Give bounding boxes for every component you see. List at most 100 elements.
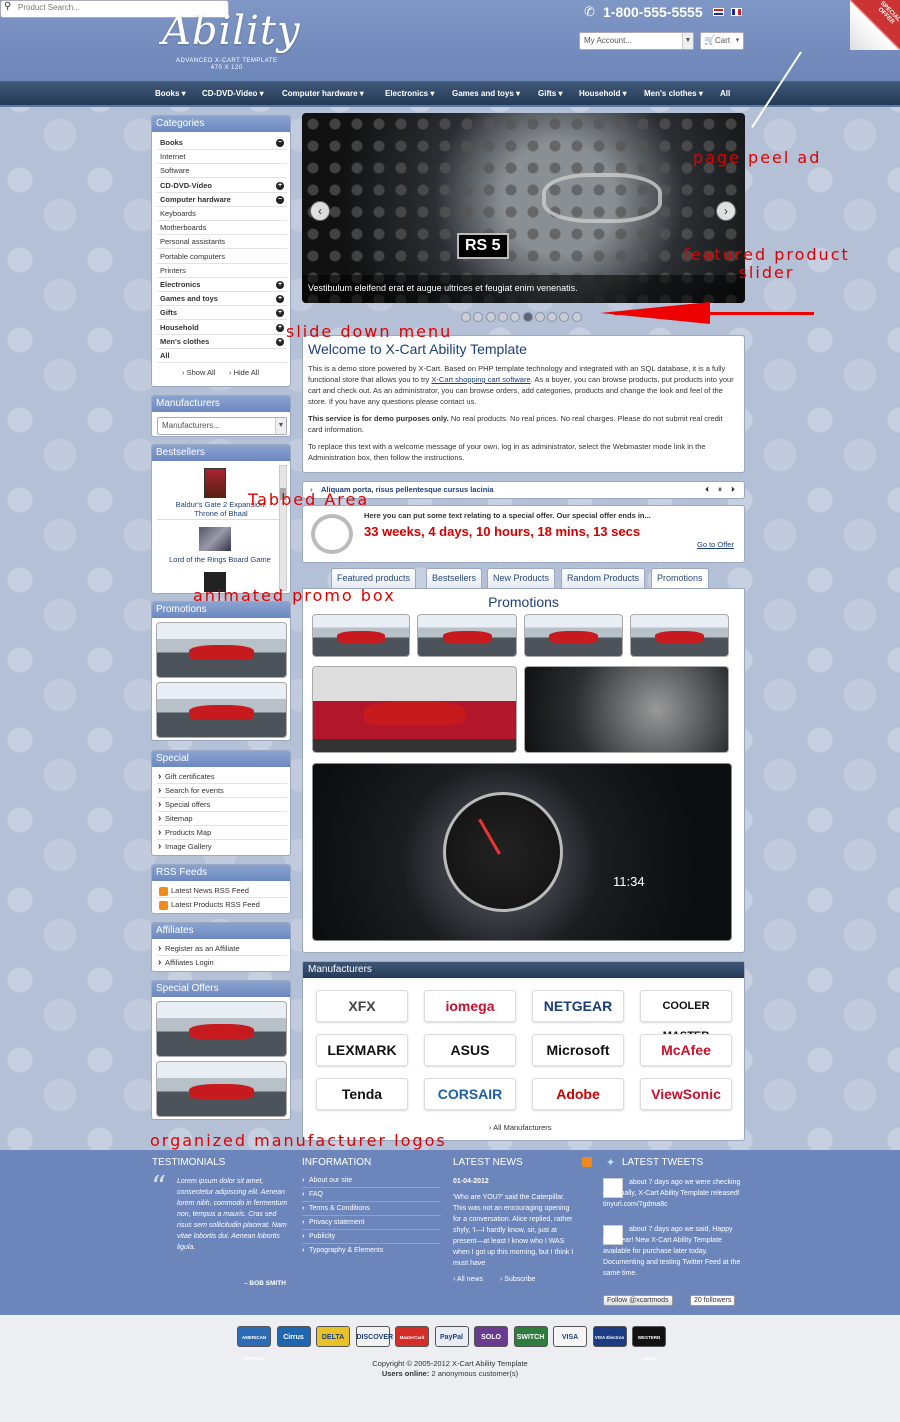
promo-image[interactable] [156,622,287,678]
promotion-large-image[interactable]: 11:34 [312,763,732,941]
nav-item-computer-hardware[interactable]: Computer hardware ▾ [282,89,364,98]
go-to-offer-link[interactable]: Go to Offer [697,540,734,549]
special-link-gift-certificates[interactable]: Gift certificates [157,770,287,784]
slider-prev-button[interactable]: ‹ [310,201,330,221]
category-item[interactable]: Men's clothes + [157,335,287,349]
slider-dot[interactable] [485,312,496,322]
promotion-thumb[interactable] [630,614,729,657]
cart-select[interactable]: 🛒 Cart ▾ [700,32,744,50]
rss-link-news[interactable]: Latest News RSS Feed [157,884,287,898]
category-item[interactable]: Internet [157,150,287,165]
category-item[interactable]: All [157,349,287,363]
manufacturer-logo[interactable]: LEXMARK [316,1034,408,1066]
category-item[interactable]: Games and toys + [157,292,287,307]
footer-link-privacy[interactable]: Privacy statement [302,1216,441,1230]
rss-icon[interactable] [582,1157,592,1167]
category-item[interactable]: Household + [157,321,287,335]
special-offer-image[interactable] [156,1001,287,1057]
expand-icon[interactable]: + [276,181,284,190]
promotion-image[interactable] [524,666,729,753]
special-link-products-map[interactable]: Products Map [157,826,287,840]
page-peel-ad[interactable]: SPECIAL OFFER [850,0,900,50]
category-item[interactable]: Portable computers [157,250,287,264]
manufacturer-logo[interactable]: iomega [424,990,516,1022]
flag-fr-icon[interactable] [731,8,742,16]
category-item[interactable]: Personal assistants [157,235,287,250]
category-item[interactable]: Software [157,164,287,179]
tab-random-products[interactable]: Random Products [561,568,646,588]
footer-link-about[interactable]: About our site [302,1174,441,1188]
manufacturer-logo[interactable]: ViewSonic [640,1078,732,1110]
promotion-image[interactable] [312,666,517,753]
promotion-thumb[interactable] [312,614,410,657]
product-image[interactable] [199,527,231,551]
footer-link-publicity[interactable]: Publicity [302,1230,441,1244]
category-item[interactable]: Electronics + [157,278,287,292]
product-image[interactable] [204,468,226,498]
category-item[interactable]: Printers [157,264,287,278]
tab-new-products[interactable]: New Products [487,568,556,588]
expand-icon[interactable]: + [276,295,284,304]
ticker-next-icon[interactable]: ⏵ [731,485,735,495]
footer-link-typography[interactable]: Typography & Elements [302,1244,441,1258]
rss-link-products[interactable]: Latest Products RSS Feed [157,898,287,912]
expand-icon[interactable]: + [276,309,284,318]
manufacturer-logo[interactable]: McAfee [640,1034,732,1066]
manufacturer-logo[interactable]: NETGEAR [532,990,624,1022]
promo-image[interactable] [156,682,287,738]
hide-all-link[interactable]: › Hide All [229,368,259,377]
category-item[interactable]: CD-DVD-Video + [157,179,287,193]
show-all-link[interactable]: › Show All [182,368,215,377]
affiliate-login-link[interactable]: Affiliates Login [157,956,287,970]
footer-link-terms[interactable]: Terms & Conditions [302,1202,441,1216]
promotion-thumb[interactable] [417,614,517,657]
manufacturer-logo[interactable]: CORSAIR [424,1078,516,1110]
manufacturer-logo[interactable]: Microsoft [532,1034,624,1066]
manufacturer-logo[interactable]: ASUS [424,1034,516,1066]
affiliate-register-link[interactable]: Register as an Affiliate [157,942,287,956]
tab-promotions[interactable]: Promotions [651,568,709,589]
nav-item-mens-clothes[interactable]: Men's clothes ▾ [644,89,703,98]
all-news-link[interactable]: › All news [453,1274,483,1285]
slider-dot[interactable] [534,312,545,322]
special-link-special-offers[interactable]: Special offers [157,798,287,812]
slider-dot[interactable] [473,312,484,322]
tab-bestsellers[interactable]: Bestsellers [426,568,483,588]
category-item[interactable]: Computer hardware − [157,193,287,207]
subscribe-link[interactable]: › Subscribe [500,1274,535,1285]
nav-item-all[interactable]: All [720,89,730,98]
all-manufacturers-link[interactable]: › All Manufacturers [489,1123,552,1132]
account-select[interactable]: My Account... ▼ [579,32,694,50]
slider-dot[interactable] [559,312,570,322]
expand-icon[interactable]: + [276,337,284,346]
bestseller-link[interactable]: Lord of the Rings Board Game [160,555,280,564]
manufacturers-select[interactable]: Manufacturers... ▼ [157,417,287,435]
follow-button[interactable]: Follow @xcartmods [603,1295,673,1306]
ticker-pause-icon[interactable]: ⏸ [718,485,722,495]
special-link-image-gallery[interactable]: Image Gallery [157,840,287,854]
nav-item-games-and-toys[interactable]: Games and toys ▾ [452,89,520,98]
slider-dot[interactable] [522,312,533,322]
category-item[interactable]: Keyboards [157,207,287,221]
category-item[interactable]: Gifts + [157,306,287,321]
slider-dot[interactable] [547,312,558,322]
expand-icon[interactable]: + [276,323,284,332]
special-offer-image[interactable] [156,1061,287,1117]
flag-uk-icon[interactable] [713,8,724,16]
expand-icon[interactable]: + [276,281,284,289]
slider-dot[interactable] [461,312,471,322]
category-item[interactable]: Motherboards [157,221,287,236]
nav-item-gifts[interactable]: Gifts ▾ [538,89,562,98]
ticker-prev-icon[interactable]: ⏴ [705,485,709,495]
nav-item-electronics[interactable]: Electronics ▾ [385,89,434,98]
nav-item-cd-dvd-video[interactable]: CD-DVD-Video ▾ [202,89,264,98]
manufacturer-logo[interactable]: Adobe [532,1078,624,1110]
nav-item-books[interactable]: Books ▾ [155,89,186,98]
promotion-thumb[interactable] [524,614,623,657]
special-link-search-events[interactable]: Search for events [157,784,287,798]
manufacturer-logo[interactable]: COOLER MASTER [640,990,732,1042]
slider-next-button[interactable]: › [716,201,736,221]
slider-dot[interactable] [497,312,508,322]
slider-dot[interactable] [571,312,582,322]
logo[interactable]: Ability [162,8,301,54]
